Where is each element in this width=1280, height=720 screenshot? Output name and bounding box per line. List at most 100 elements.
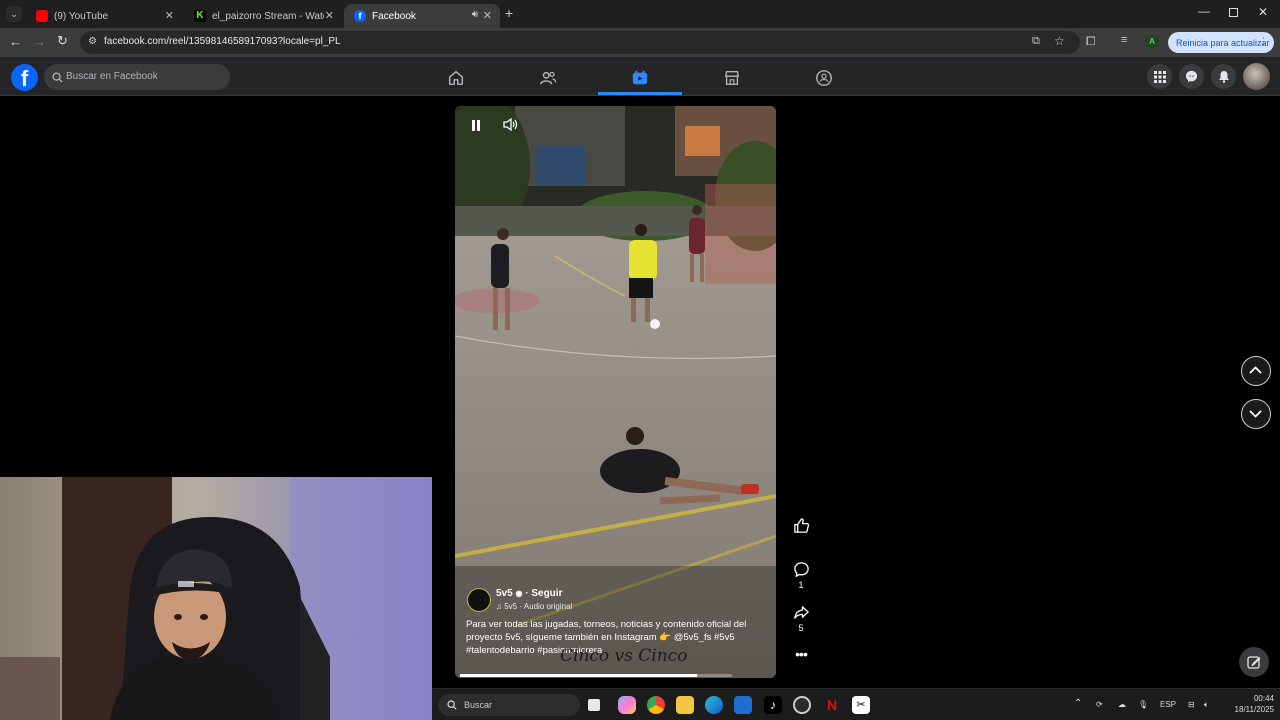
new-message-button[interactable]	[1239, 647, 1269, 677]
nav-video[interactable]	[598, 62, 682, 93]
nav-groups[interactable]	[782, 62, 866, 93]
new-tab-button[interactable]: +	[505, 5, 513, 21]
microphone-icon[interactable]: 🎙︎	[1138, 700, 1148, 709]
windows-taskbar: Buscar ♪ N ✂︎ ⌃ ⟳ ☁︎ 🎙︎ ESP ⊟ 🔈︎ 00:44 1…	[432, 688, 1280, 720]
close-window-button[interactable]: ✕	[1258, 5, 1268, 19]
task-view-icon[interactable]	[588, 699, 600, 711]
clock-date: 18/11/2025	[1234, 705, 1274, 714]
file-explorer-icon[interactable]	[676, 696, 694, 714]
browser-toolbar: ← → ↻ ⚙︎ facebook.com/reel/1359814658917…	[0, 28, 1280, 57]
groups-icon	[816, 69, 832, 86]
update-label: Reinicia para actualizar	[1176, 37, 1270, 48]
chrome-icon[interactable]	[647, 696, 665, 714]
capcut-icon[interactable]: ✂︎	[852, 696, 870, 714]
search-placeholder: Buscar en Facebook	[66, 71, 158, 82]
next-reel-button[interactable]	[1241, 399, 1271, 429]
netflix-icon[interactable]: N	[823, 696, 841, 714]
facebook-header: f Buscar en Facebook	[0, 57, 1280, 96]
tab-facebook[interactable]: f Facebook 🔊︎ ✕	[344, 4, 500, 28]
tab-kick-stream[interactable]: K el_paizorro Stream - Watch Live ✕	[184, 4, 342, 28]
bookmark-star-icon[interactable]: ☆	[1054, 34, 1065, 48]
home-icon	[448, 70, 464, 85]
follow-link[interactable]: · Seguir	[525, 588, 562, 599]
url-text: facebook.com/reel/1359814658917093?local…	[104, 36, 341, 47]
speaker-icon[interactable]: 🔊︎	[472, 9, 478, 20]
nav-active-indicator	[598, 92, 682, 95]
youtube-favicon-icon	[36, 10, 48, 22]
share-icon	[793, 606, 809, 619]
more-options-icon[interactable]: •••	[788, 646, 814, 662]
share-count: 5	[798, 623, 804, 633]
marketplace-icon	[724, 70, 740, 85]
kick-favicon-icon: K	[194, 10, 206, 22]
bell-icon	[1218, 71, 1229, 83]
obs-icon[interactable]	[793, 696, 811, 714]
reel-video-player[interactable]: 5v5 ◉ · Seguir ♫ 5v5 · Audio original Pa…	[455, 106, 776, 678]
close-tab-icon[interactable]: ✕	[325, 9, 334, 22]
grid-icon	[1153, 70, 1166, 83]
author-name[interactable]: 5v5	[496, 588, 513, 599]
share-button[interactable]: 5	[788, 604, 814, 633]
forward-arrow-icon[interactable]: →	[33, 34, 46, 49]
cloud-icon[interactable]: ☁︎	[1118, 700, 1126, 709]
address-bar[interactable]: ⚙︎ facebook.com/reel/1359814658917093?lo…	[80, 31, 1080, 54]
sync-icon[interactable]: ⟳	[1096, 700, 1103, 709]
video-icon	[632, 70, 648, 84]
volume-tray-icon[interactable]: 🔈︎	[1204, 700, 1209, 710]
comment-icon	[793, 562, 809, 578]
show-hidden-icons-icon[interactable]: ⌃	[1074, 698, 1082, 709]
video-progress-track[interactable]	[460, 674, 732, 677]
like-button[interactable]	[788, 517, 814, 536]
notifications-button[interactable]	[1211, 64, 1236, 89]
site-info-icon[interactable]: ⚙︎	[88, 36, 97, 47]
nav-home[interactable]	[414, 62, 498, 93]
webcam-frame	[0, 477, 432, 720]
volume-icon[interactable]	[502, 117, 518, 137]
search-icon	[447, 700, 457, 710]
author-row: 5v5 ◉ · Seguir	[496, 588, 562, 599]
copilot-icon[interactable]	[618, 696, 636, 714]
comment-button[interactable]: 1	[788, 561, 814, 590]
tab-label: (9) YouTube	[54, 10, 109, 22]
browser-tab-strip: ⌄ (9) YouTube ✕ K el_paizorro Stream - W…	[0, 0, 1280, 28]
close-tab-icon[interactable]: ✕	[165, 9, 174, 22]
music-note-icon: ♫	[496, 602, 502, 611]
search-icon	[52, 72, 63, 83]
kebab-menu-icon[interactable]: ⋮	[1259, 36, 1268, 47]
taskbar-search-input[interactable]: Buscar	[438, 694, 580, 716]
tab-search-chevron-icon[interactable]: ⌄	[6, 6, 22, 22]
restore-window-button[interactable]	[1229, 8, 1238, 17]
account-avatar[interactable]	[1243, 63, 1270, 90]
close-tab-icon[interactable]: ✕	[483, 9, 492, 22]
author-avatar[interactable]	[467, 588, 491, 612]
restart-to-update-button[interactable]: Reinicia para actualizar ⋮	[1168, 32, 1274, 53]
nav-marketplace[interactable]	[690, 62, 774, 93]
network-icon[interactable]: ⊟	[1188, 700, 1195, 709]
profile-avatar[interactable]: A	[1145, 35, 1159, 49]
chevron-up-icon	[1249, 366, 1262, 374]
audio-row[interactable]: ♫ 5v5 · Audio original	[496, 602, 572, 611]
back-arrow-icon[interactable]: ←	[9, 34, 22, 49]
chevron-down-icon	[1249, 410, 1262, 418]
tab-youtube[interactable]: (9) YouTube ✕	[26, 4, 182, 28]
menu-grid-button[interactable]	[1147, 64, 1172, 89]
input-language[interactable]: ESP	[1160, 700, 1176, 709]
tiktok-icon[interactable]: ♪	[764, 696, 782, 714]
facebook-logo-icon[interactable]: f	[11, 64, 38, 91]
clock-time: 00:44	[1253, 694, 1274, 703]
extensions-icon[interactable]: ⧠	[1086, 34, 1096, 49]
facebook-favicon-icon: f	[354, 10, 366, 22]
previous-reel-button[interactable]	[1241, 356, 1271, 386]
clock[interactable]: 00:44 18/11/2025	[1228, 693, 1274, 715]
pause-icon[interactable]	[471, 120, 481, 131]
tab-label: el_paizorro Stream - Watch Live	[212, 10, 324, 22]
install-app-icon[interactable]: ⧉	[1032, 35, 1040, 48]
reading-list-icon[interactable]: ≡	[1121, 34, 1127, 46]
reload-icon[interactable]: ↻	[57, 33, 68, 49]
messenger-button[interactable]	[1179, 64, 1204, 89]
edge-icon[interactable]	[705, 696, 723, 714]
nav-friends[interactable]	[506, 62, 590, 93]
minimize-window-button[interactable]: —	[1198, 4, 1210, 18]
facebook-search-input[interactable]: Buscar en Facebook	[44, 64, 230, 90]
store-icon[interactable]	[734, 696, 752, 714]
